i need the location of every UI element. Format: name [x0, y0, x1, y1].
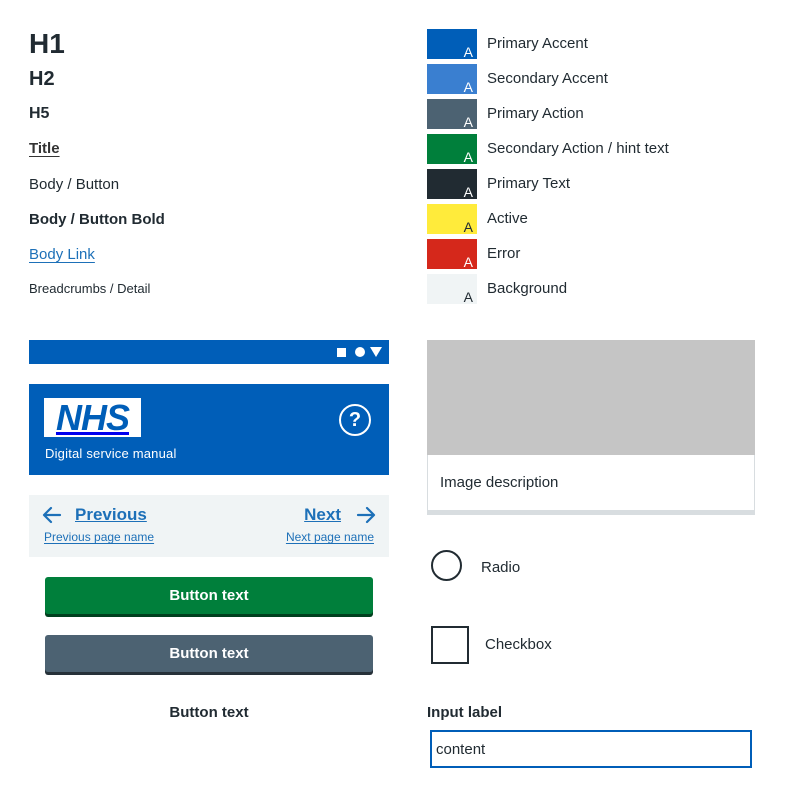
- swatch-color: A: [427, 274, 477, 305]
- swatch-letter: A: [463, 289, 473, 305]
- service-name: Digital service manual: [45, 446, 177, 461]
- swatch-label: Active: [487, 210, 528, 227]
- body-bold-sample: Body / Button Bold: [29, 211, 165, 228]
- secondary-button[interactable]: Button text: [45, 635, 373, 672]
- nhs-logo[interactable]: NHS: [44, 398, 141, 437]
- radio-label: Radio: [481, 559, 521, 576]
- swatch-letter: A: [463, 44, 473, 60]
- card-bottom-border: [427, 510, 755, 515]
- swatch-letter: A: [463, 219, 473, 235]
- body-link-sample[interactable]: Body Link: [29, 246, 95, 264]
- heading-2-sample: H2: [29, 68, 55, 90]
- swatch-letter: A: [463, 254, 473, 270]
- checkbox-label: Checkbox: [485, 636, 552, 653]
- status-bar: [29, 340, 389, 364]
- swatch-letter: A: [463, 184, 473, 200]
- swatch-letter: A: [463, 79, 473, 95]
- body-sample: Body / Button: [29, 176, 120, 193]
- pagination: Previous Previous page name Next Next pa…: [29, 495, 389, 557]
- card-body: Image description: [427, 455, 755, 510]
- swatch-label: Primary Accent: [487, 35, 588, 52]
- nhs-logo-text: NHS: [55, 396, 130, 438]
- heading-1-sample: H1: [29, 28, 65, 59]
- heading-5-sample: H5: [29, 105, 50, 122]
- swatch-label: Secondary Action / hint text: [487, 140, 669, 157]
- swatch-color: A: [427, 239, 477, 270]
- text-input[interactable]: [430, 730, 752, 768]
- swatch-background: A Background: [427, 274, 747, 305]
- arrow-left-icon[interactable]: [42, 505, 62, 525]
- circle-icon: [355, 347, 365, 357]
- next-link[interactable]: Next: [304, 505, 341, 525]
- checkbox[interactable]: [431, 626, 469, 664]
- image-placeholder: [427, 340, 755, 455]
- next-page-name-link[interactable]: Next page name: [286, 530, 374, 544]
- radio-button[interactable]: [431, 550, 462, 581]
- input-label: Input label: [427, 704, 502, 721]
- swatch-color: A: [427, 64, 477, 95]
- help-icon[interactable]: ?: [339, 404, 371, 436]
- swatch-secondary-action: A Secondary Action / hint text: [427, 134, 747, 165]
- swatch-label: Error: [487, 245, 521, 262]
- swatch-secondary-accent: A Secondary Accent: [427, 64, 747, 95]
- swatch-letter: A: [463, 149, 473, 165]
- swatch-label: Background: [487, 280, 568, 297]
- swatch-active: A Active: [427, 204, 747, 235]
- swatch-primary-action: A Primary Action: [427, 99, 747, 130]
- breadcrumbs-sample: Breadcrumbs / Detail: [29, 281, 151, 296]
- swatch-label: Primary Action: [487, 105, 584, 122]
- image-description: Image description: [440, 474, 559, 491]
- swatch-letter: A: [463, 114, 473, 130]
- swatch-primary-text: A Primary Text: [427, 169, 747, 200]
- swatch-label: Primary Text: [487, 175, 571, 192]
- triangle-icon: [370, 347, 382, 357]
- arrow-right-icon[interactable]: [356, 505, 376, 525]
- text-button[interactable]: Button text: [45, 704, 373, 722]
- title-sample: Title: [29, 140, 60, 157]
- previous-link[interactable]: Previous: [75, 505, 147, 525]
- primary-button[interactable]: Button text: [45, 577, 373, 614]
- swatch-color: A: [427, 29, 477, 60]
- swatch-color: A: [427, 134, 477, 165]
- swatch-primary-accent: A Primary Accent: [427, 29, 747, 60]
- swatch-error: A Error: [427, 239, 747, 270]
- nhs-header: NHS Digital service manual ?: [29, 384, 389, 475]
- square-icon: [337, 348, 346, 357]
- image-card: Image description: [427, 340, 755, 515]
- swatch-label: Secondary Accent: [487, 70, 608, 87]
- swatch-color: A: [427, 99, 477, 130]
- swatch-color: A: [427, 204, 477, 235]
- swatch-color: A: [427, 169, 477, 200]
- previous-page-name-link[interactable]: Previous page name: [44, 530, 154, 544]
